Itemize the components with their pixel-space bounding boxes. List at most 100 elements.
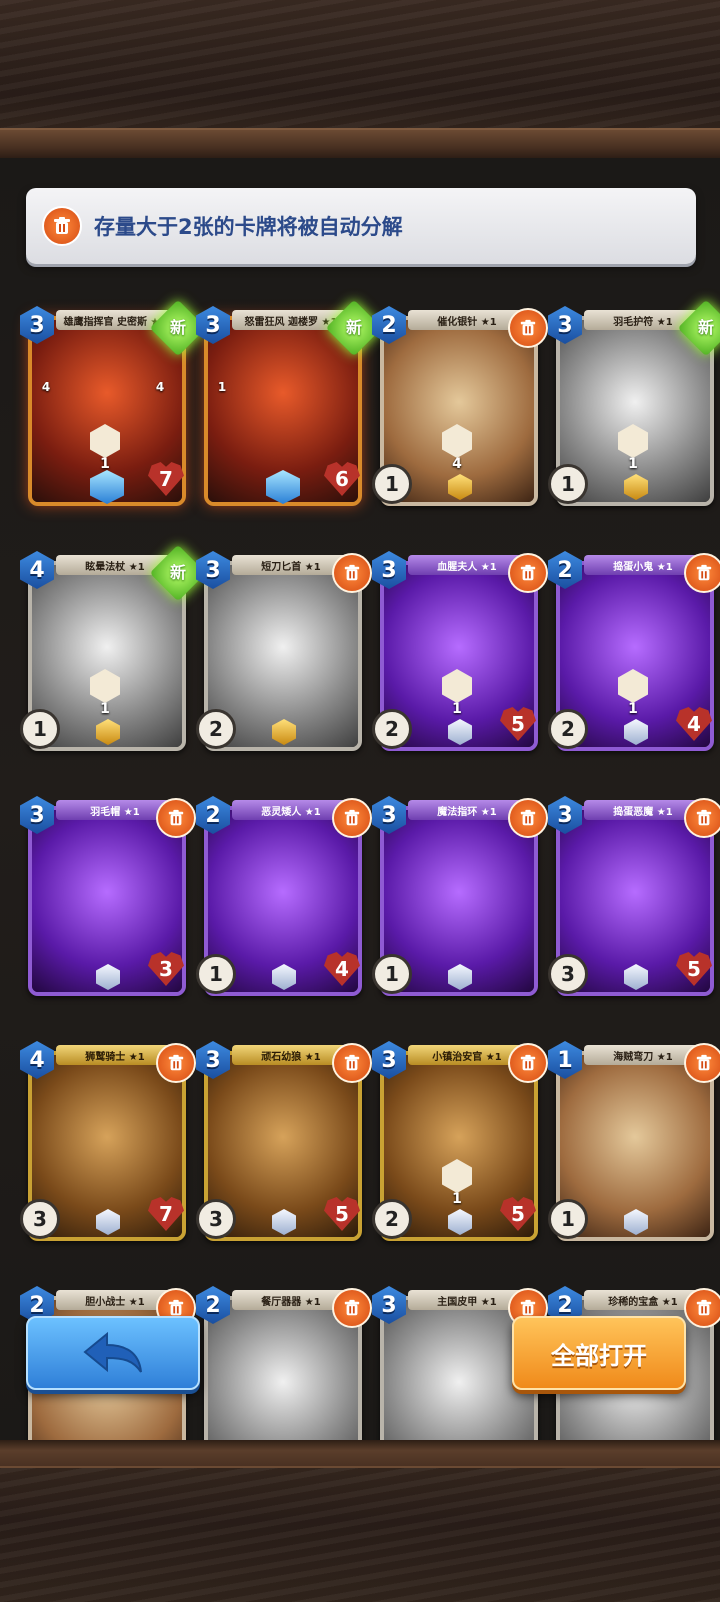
card-cost-value: 2 <box>205 1292 221 1318</box>
back-arrow-icon <box>83 1331 142 1373</box>
trash-button[interactable] <box>508 308 548 348</box>
attack-stat: 3 <box>548 954 588 994</box>
skill-level: 1 <box>100 456 110 472</box>
attack-stat: 3 <box>20 1199 60 1239</box>
card-cost-value: 2 <box>29 1292 45 1318</box>
trash-icon <box>696 1299 712 1316</box>
card[interactable]: 捣蛋恶魔 ★1 3 3 5 <box>548 796 720 1036</box>
open-all-button[interactable]: 全部打开 <box>512 1316 686 1390</box>
trash-button[interactable] <box>156 798 196 838</box>
card[interactable]: 狮鹫骑士 ★1 4 3 7 <box>20 1041 198 1281</box>
trash-button[interactable] <box>684 553 720 593</box>
new-badge-label: 新 <box>169 318 186 337</box>
trash-icon <box>344 1299 360 1316</box>
attack-stat: 2 <box>196 709 236 749</box>
attack-stat: 2 <box>372 1199 412 1239</box>
trash-button[interactable] <box>332 1288 372 1328</box>
trash-icon <box>42 206 82 246</box>
card[interactable]: 海贼弯刀 ★1 1 1 <box>548 1041 720 1281</box>
card-cost-value: 3 <box>381 1292 397 1318</box>
card-cost-value: 3 <box>557 312 573 338</box>
trash-icon <box>696 564 712 581</box>
trash-icon <box>168 809 184 826</box>
attack-stat: 1 <box>548 464 588 504</box>
bottom-wood-border <box>0 1440 720 1602</box>
new-badge-label: 新 <box>697 318 714 337</box>
side-stat-left: 1 <box>217 380 227 394</box>
card[interactable]: 餐厅器器 ★1 2 <box>196 1286 374 1440</box>
trash-button[interactable] <box>508 1043 548 1083</box>
trash-button[interactable] <box>684 798 720 838</box>
attack-stat: 1 <box>196 954 236 994</box>
notice-text: 存量大于2张的卡牌将被自动分解 <box>94 215 403 239</box>
top-wood-border <box>0 0 720 158</box>
attack-stat: 2 <box>548 709 588 749</box>
attack-stat: 1 <box>548 1199 588 1239</box>
trash-icon <box>344 1054 360 1071</box>
skill-level: 1 <box>628 701 638 717</box>
card-cost-value: 1 <box>557 1047 573 1073</box>
trash-icon <box>168 1054 184 1071</box>
card-cost-value: 3 <box>381 1047 397 1073</box>
card[interactable]: 催化银针 ★1 2 4 1 <box>372 306 550 546</box>
trash-button[interactable] <box>508 553 548 593</box>
skill-level: 1 <box>452 701 462 717</box>
trash-icon <box>168 1299 184 1316</box>
card-cost-value: 4 <box>29 557 45 583</box>
card-art <box>208 1300 358 1440</box>
card-cost-value: 3 <box>205 557 221 583</box>
card[interactable]: 捣蛋小鬼 ★1 2 1 2 4 <box>548 551 720 791</box>
back-button[interactable] <box>26 1316 200 1390</box>
trash-icon <box>696 809 712 826</box>
card-cost-value: 3 <box>205 1047 221 1073</box>
card[interactable]: 血腥夫人 ★1 3 1 2 5 <box>372 551 550 791</box>
attack-stat: 1 <box>20 709 60 749</box>
trash-icon <box>520 1054 536 1071</box>
side-stat-right: 4 <box>155 380 165 394</box>
trash-button[interactable] <box>332 1043 372 1083</box>
new-badge-label: 新 <box>169 563 186 582</box>
trash-icon <box>520 319 536 336</box>
side-stat-left: 4 <box>41 380 51 394</box>
trash-button[interactable] <box>156 1043 196 1083</box>
card[interactable]: 小镇治安官 ★1 3 1 2 5 <box>372 1041 550 1281</box>
card[interactable]: 短刀匕首 ★1 3 2 <box>196 551 374 791</box>
skill-level: 4 <box>452 456 462 472</box>
card-cost-value: 3 <box>29 802 45 828</box>
card[interactable]: 怒雷狂风 迦楼罗 ★1 3 新 1 6 <box>196 299 383 546</box>
trash-icon <box>520 564 536 581</box>
card-cost-value: 3 <box>381 557 397 583</box>
trash-icon <box>696 1054 712 1071</box>
auto-decompose-notice: 存量大于2张的卡牌将被自动分解 <box>26 188 696 264</box>
card[interactable]: 顽石幼狼 ★1 3 3 5 <box>196 1041 374 1281</box>
trash-button[interactable] <box>684 1288 720 1328</box>
card-cost-value: 3 <box>29 312 45 338</box>
skill-level: 1 <box>100 701 110 717</box>
trash-button[interactable] <box>332 798 372 838</box>
trash-button[interactable] <box>684 1043 720 1083</box>
card[interactable]: 魔法指环 ★1 3 1 <box>372 796 550 1036</box>
card[interactable]: 羽毛护符 ★1 3 新 1 1 <box>548 299 720 546</box>
trash-button[interactable] <box>508 798 548 838</box>
trash-icon <box>344 809 360 826</box>
card-cost-value: 2 <box>381 312 397 338</box>
new-badge-label: 新 <box>345 318 362 337</box>
skill-level: 1 <box>452 1191 462 1207</box>
card[interactable]: 羽毛帽 ★1 3 3 <box>20 796 198 1036</box>
attack-stat: 1 <box>372 954 412 994</box>
card-cost-value: 3 <box>381 802 397 828</box>
card[interactable]: 眩晕法杖 ★1 4 新 1 1 <box>20 544 207 791</box>
trash-icon <box>520 809 536 826</box>
card[interactable]: 雄鹰指挥官 史密斯 ★1 3 新 4 4 1 7 <box>20 299 207 546</box>
trash-icon <box>520 1299 536 1316</box>
attack-stat: 3 <box>196 1199 236 1239</box>
trash-button[interactable] <box>332 553 372 593</box>
skill-level: 1 <box>628 456 638 472</box>
card-collection-panel[interactable]: 存量大于2张的卡牌将被自动分解 雄鹰指挥官 史密斯 ★1 3 新 4 4 1 7 怒雷狂风 迦… <box>0 158 720 1440</box>
card-cost-value: 3 <box>557 802 573 828</box>
card-cost-value: 4 <box>29 1047 45 1073</box>
attack-stat: 2 <box>372 709 412 749</box>
card[interactable]: 恶灵矮人 ★1 2 1 4 <box>196 796 374 1036</box>
card-cost-value: 2 <box>557 557 573 583</box>
trash-icon <box>344 564 360 581</box>
